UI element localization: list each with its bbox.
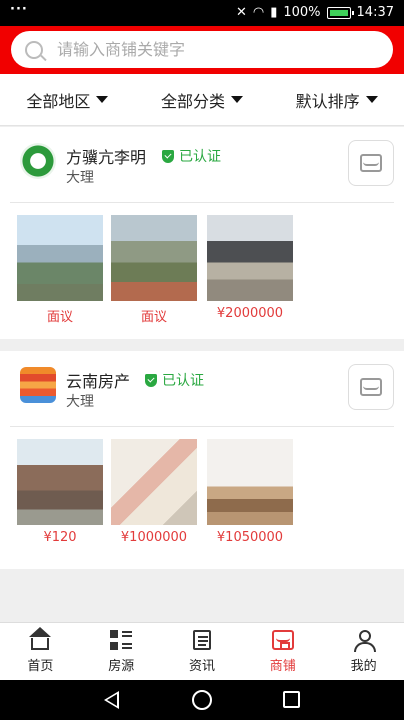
listing-photo[interactable] (111, 439, 197, 525)
filter-category[interactable]: 全部分类 (135, 74, 270, 125)
nav-news[interactable]: 资讯 (162, 623, 243, 680)
verified-badge: 已认证 (162, 146, 221, 166)
listing-price: ¥1000000 (120, 530, 188, 545)
store-logo (20, 143, 56, 179)
store-card[interactable]: 云南房产 已认证 大理 ¥120 ¥1000000 ¥1050000 (0, 351, 404, 569)
search-box[interactable] (11, 31, 393, 68)
listing-photo[interactable] (111, 215, 197, 301)
nav-shops[interactable]: 商铺 (242, 623, 323, 680)
news-icon (192, 629, 211, 650)
battery-percent: 100% (283, 5, 321, 20)
filter-sort-label: 默认排序 (295, 91, 360, 111)
listing-price: ¥2000000 (216, 306, 284, 321)
listing-photos: 面议 面议 ¥2000000 (0, 203, 404, 331)
home-icon (29, 626, 52, 650)
listing-price: ¥120 (43, 530, 77, 545)
listing-photo[interactable] (207, 439, 293, 525)
verified-label: 已认证 (162, 373, 204, 389)
nav-home[interactable]: 首页 (0, 623, 81, 680)
search-input[interactable] (57, 40, 357, 59)
listing-photo[interactable] (207, 215, 293, 301)
listing-price: ¥1050000 (216, 530, 284, 545)
store-header: 云南房产 已认证 大理 (10, 351, 394, 427)
store-card[interactable]: 方骥亢李明 已认证 大理 面议 面议 ¥2000000 (0, 127, 404, 339)
shield-check-icon (162, 149, 174, 163)
nav-listings-label: 房源 (108, 658, 135, 674)
search-icon (25, 40, 43, 59)
storefront-icon (360, 154, 382, 172)
filter-bar: 全部地区 全部分类 默认排序 (0, 74, 404, 126)
nav-news-label: 资讯 (188, 658, 215, 674)
back-icon[interactable] (104, 691, 119, 709)
caret-down-icon (365, 96, 378, 103)
listings-icon (110, 629, 133, 650)
status-right: ✕ ◠ ▮ 100% 14:37 (236, 5, 394, 20)
shop-icon (271, 629, 294, 650)
mute-icon: ✕ (235, 5, 247, 20)
store-logo (20, 367, 56, 403)
signal-icon: ▮ (270, 5, 278, 20)
nav-listings[interactable]: 房源 (81, 623, 162, 680)
store-name[interactable]: 云南房产 (66, 368, 130, 392)
filter-region[interactable]: 全部地区 (0, 74, 135, 125)
status-bar: ··· ✕ ◠ ▮ 100% 14:37 (0, 0, 404, 26)
verified-badge: 已认证 (145, 370, 204, 390)
listing-price: 面议 (140, 310, 167, 325)
nav-home-label: 首页 (27, 658, 54, 674)
recent-apps-icon[interactable] (283, 691, 300, 708)
nav-me[interactable]: 我的 (323, 623, 404, 680)
nav-shops-label: 商铺 (269, 658, 296, 674)
verified-label: 已认证 (179, 149, 221, 165)
battery-icon (326, 6, 354, 19)
bottom-nav: 首页 房源 资讯 商铺 我的 (0, 622, 404, 680)
enter-store-button[interactable] (348, 364, 394, 410)
clock: 14:37 (356, 5, 394, 20)
nav-me-label: 我的 (350, 658, 377, 674)
filter-sort[interactable]: 默认排序 (269, 74, 404, 125)
storefront-icon (360, 378, 382, 396)
store-name[interactable]: 方骥亢李明 (66, 144, 146, 168)
search-header (0, 26, 404, 74)
home-circle-icon[interactable] (192, 690, 212, 710)
enter-store-button[interactable] (348, 140, 394, 186)
shield-check-icon (145, 373, 157, 387)
system-nav-bar (0, 680, 404, 720)
user-icon (353, 629, 376, 652)
filter-category-label: 全部分类 (161, 91, 226, 111)
store-city: 大理 (66, 170, 94, 186)
wifi-icon: ◠ (252, 5, 265, 20)
store-header: 方骥亢李明 已认证 大理 (10, 127, 394, 203)
listing-price: 面议 (46, 310, 73, 325)
status-menu: ··· (10, 2, 28, 17)
listing-photo[interactable] (17, 439, 103, 525)
caret-down-icon (231, 96, 244, 103)
filter-region-label: 全部地区 (26, 91, 91, 111)
store-city: 大理 (66, 394, 94, 410)
caret-down-icon (96, 96, 109, 103)
listing-photos: ¥120 ¥1000000 ¥1050000 (0, 427, 404, 555)
listing-photo[interactable] (17, 215, 103, 301)
